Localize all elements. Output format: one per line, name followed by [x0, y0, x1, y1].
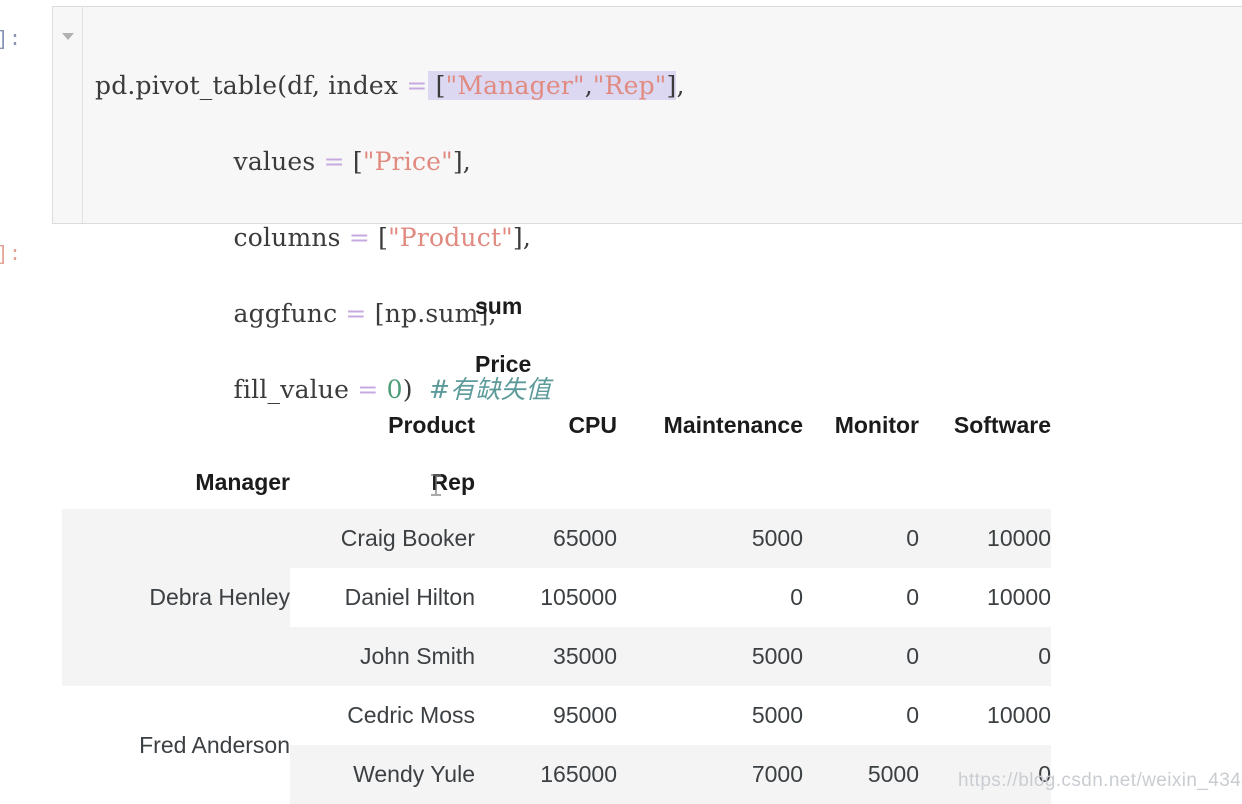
caret-down-icon[interactable]: [61, 33, 74, 40]
code-selection-index-list: ["Manager","Rep"]: [427, 71, 677, 100]
spacer-cell-b: [290, 278, 475, 335]
code-indent-3: [95, 223, 234, 252]
value-maintenance: 5000: [617, 627, 803, 686]
spacer-cell-d: [803, 278, 919, 335]
value-monitor: 0: [803, 509, 919, 568]
table-row: Fred Anderson Cedric Moss 95000 5000 0 1…: [62, 686, 1051, 804]
table-row: Debra Henley Craig Booker 65000 5000 0 1…: [62, 509, 1051, 686]
output-prompt: ]:: [0, 244, 23, 267]
code-op-2: =: [323, 147, 345, 176]
code-kw-columns: columns: [233, 223, 349, 252]
rep-name: Wendy Yule: [290, 745, 475, 804]
code-token-op: =: [406, 71, 428, 100]
value-monitor: 0: [803, 627, 919, 686]
value-maintenance: 5000: [617, 686, 803, 745]
input-prompt: ]:: [0, 29, 23, 52]
code-token-bracket-close: ]: [666, 71, 677, 100]
column-header-cpu: CPU: [568, 411, 617, 438]
spacer-cell-h: [617, 335, 803, 394]
code-close-3: ],: [512, 223, 531, 252]
value-cpu: 95000: [475, 686, 617, 745]
pivot-table-body: Debra Henley Craig Booker 65000 5000 0 1…: [62, 509, 1051, 804]
pivot-table: sum Price Product CPU Maintenance Monito…: [62, 278, 1051, 804]
value-monitor: 5000: [803, 745, 919, 804]
columns-axis-label: Product: [388, 411, 475, 438]
collapse-gutter[interactable]: [53, 7, 83, 223]
code-line-3: columns = ["Product"],: [95, 219, 1242, 257]
manager-group-cell: Fred Anderson: [62, 686, 290, 804]
code-input-cell[interactable]: pd.pivot_table(df, index = ["Manager","R…: [52, 6, 1242, 404]
code-token-head: pd.pivot_table(df, index: [95, 71, 407, 100]
value-cpu: 165000: [475, 745, 617, 804]
value-cpu: 65000: [475, 509, 617, 568]
index-name-manager: Manager: [195, 469, 290, 495]
value-software: 0: [919, 745, 1051, 804]
code-token-string-manager: "Manager": [445, 71, 585, 100]
code-line-1: pd.pivot_table(df, index = ["Manager","R…: [95, 67, 1242, 105]
value-software: 10000: [919, 568, 1051, 627]
pivot-table-head: sum Price Product CPU Maintenance Monito…: [62, 278, 1051, 509]
spacer-cell-f: [62, 335, 290, 394]
code-token-tail: ,: [676, 71, 685, 100]
values-label: Price: [475, 351, 532, 377]
rep-name: Cedric Moss: [290, 686, 475, 745]
aggfunc-header-row: sum: [62, 278, 1051, 335]
rep-name: Craig Booker: [290, 509, 475, 568]
value-monitor: 0: [803, 568, 919, 627]
notebook-page: ]: pd.pivot_table(df, index = ["Manager"…: [0, 0, 1242, 804]
spacer-cell-k: [62, 394, 290, 456]
product-header-row: Product CPU Maintenance Monitor Software: [62, 394, 1051, 456]
spacer-cell-n: [803, 456, 919, 509]
code-close-2: ],: [452, 147, 471, 176]
code-string-price: "Price": [362, 147, 453, 176]
code-token-string-rep: "Rep": [592, 71, 667, 100]
spacer-cell-j: [919, 335, 1051, 394]
rep-name: John Smith: [290, 627, 475, 686]
code-line-2: values = ["Price"],: [95, 143, 1242, 181]
spacer-cell-a: [62, 278, 290, 335]
code-indent-2: [95, 147, 234, 176]
column-header-software: Software: [953, 411, 1051, 438]
value-monitor: 0: [803, 686, 919, 745]
value-maintenance: 5000: [617, 509, 803, 568]
value-software: 10000: [919, 509, 1051, 568]
code-open-2: [: [344, 147, 363, 176]
code-token-bracket-open: [: [427, 71, 446, 100]
value-cpu: 35000: [475, 627, 617, 686]
text-cursor-icon: [431, 474, 441, 496]
value-maintenance: 7000: [617, 745, 803, 804]
value-maintenance: 0: [617, 568, 803, 627]
value-software: 10000: [919, 686, 1051, 745]
rep-name: Daniel Hilton: [290, 568, 475, 627]
column-header-maintenance: Maintenance: [663, 411, 803, 438]
code-string-product: "Product": [388, 223, 513, 252]
code-op-3: =: [348, 223, 370, 252]
code-kw-values: values: [233, 147, 324, 176]
value-cpu: 105000: [475, 568, 617, 627]
spacer-cell-i: [803, 335, 919, 394]
spacer-cell-e: [919, 278, 1051, 335]
values-header-row: Price: [62, 335, 1051, 394]
index-names-row: Manager Rep: [62, 456, 1051, 509]
code-open-3: [: [370, 223, 389, 252]
column-header-monitor: Monitor: [834, 411, 919, 438]
spacer-cell-l: [475, 456, 617, 509]
spacer-cell-g: [290, 335, 475, 394]
manager-group-cell: Debra Henley: [62, 509, 290, 686]
index-name-rep: Rep: [431, 469, 475, 495]
spacer-cell-c: [617, 278, 803, 335]
value-software: 0: [919, 627, 1051, 686]
spacer-cell-o: [919, 456, 1051, 509]
code-editor[interactable]: pd.pivot_table(df, index = ["Manager","R…: [83, 7, 1242, 404]
code-token-comma: ,: [584, 71, 593, 100]
spacer-cell-m: [617, 456, 803, 509]
aggfunc-label: sum: [475, 293, 523, 319]
